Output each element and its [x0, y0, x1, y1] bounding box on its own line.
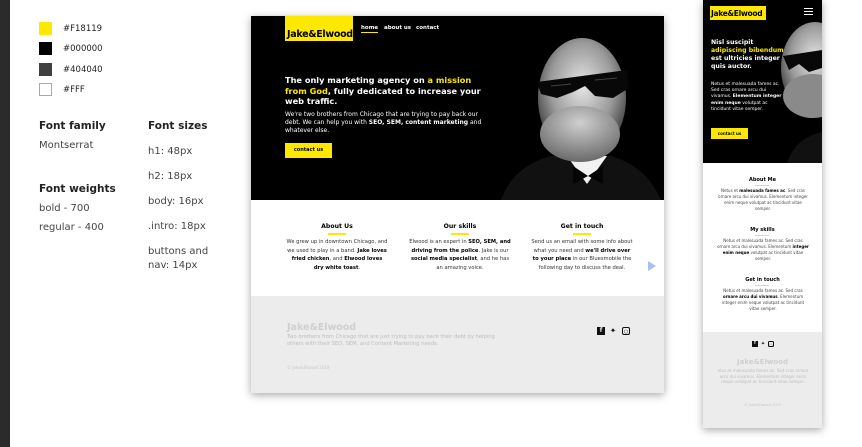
- menu-icon[interactable]: [804, 8, 813, 17]
- facebook-icon[interactable]: f: [752, 341, 758, 347]
- font-size-item: h1: 48px: [148, 146, 193, 157]
- our-skills-title: Our skills: [443, 223, 477, 230]
- color-swatch-gray: [39, 63, 52, 76]
- font-size-item: .intro: 18px: [148, 221, 206, 232]
- desktop-mockup: Jake&Elwood home about us contact The on…: [251, 16, 664, 393]
- hero-title: The only marketing agency on a mission f…: [285, 75, 481, 106]
- mobile-footer-logo: Jake&Elwood: [737, 358, 788, 366]
- font-weights-heading: Font weights: [39, 183, 116, 195]
- window-edge: [0, 0, 10, 447]
- font-family-value: Montserrat: [39, 140, 94, 151]
- mobile-logo[interactable]: Jake&Elwood: [710, 6, 766, 20]
- font-weight-item: bold - 700: [39, 203, 90, 214]
- footer: Jake&Elwood Two brothers from Chicago th…: [251, 296, 664, 393]
- about-us-title: About Us: [321, 223, 353, 230]
- twitter-icon[interactable]: ✦: [760, 341, 766, 347]
- twitter-icon[interactable]: ✦: [609, 327, 617, 335]
- font-size-item: body: 16px: [148, 196, 204, 207]
- footer-logo: Jake&Elwood: [287, 322, 357, 333]
- mobile-contact-us-button[interactable]: contact us: [711, 128, 748, 139]
- facebook-icon[interactable]: f: [597, 327, 605, 335]
- hero-intro: We're two brothers from Chicago that are…: [285, 111, 482, 134]
- font-weight-item: regular - 400: [39, 222, 104, 233]
- color-label: #FFF: [63, 85, 85, 95]
- color-label: #000000: [63, 44, 103, 54]
- footer-text: Two brothers from Chicago that are just …: [287, 334, 495, 347]
- footer-copyright: © Jake&Elwood 2019: [287, 365, 330, 370]
- font-size-item: buttons and: [148, 246, 209, 257]
- my-skills-text: Netus et malesuada fames ac. Sed cras or…: [717, 238, 809, 261]
- mobile-footer: f ✦ ○ Jake&Elwood etus et malesuada fame…: [703, 332, 822, 428]
- logo[interactable]: Jake&Elwood: [285, 16, 353, 41]
- get-in-touch-title: Get in touch: [560, 223, 604, 230]
- about-me-title: About Me: [749, 177, 776, 183]
- nav-contact[interactable]: contact: [416, 25, 439, 31]
- hero-section: Jake&Elwood home about us contact The on…: [251, 16, 664, 200]
- mobile-hero-intro: Netus et malesuada fames ac. Sed cras or…: [711, 82, 782, 112]
- font-family-heading: Font family: [39, 120, 106, 132]
- mobile-hero-title: Nisl suscipit adipiscing bibendum est ul…: [711, 39, 784, 70]
- title-underline: [755, 185, 769, 186]
- hero-photo: [251, 16, 664, 200]
- features-section: About Us We grew up in downtown Chicago,…: [251, 200, 664, 296]
- mobile-footer-text: etus et malesuada fames ac. Sed cras orn…: [717, 368, 809, 385]
- title-underline: [755, 285, 769, 286]
- instagram-icon[interactable]: ○: [768, 341, 774, 347]
- color-swatch-white: [39, 83, 52, 96]
- get-in-touch-text: Send us an email with some info about wh…: [531, 239, 633, 271]
- about-me-text: Netus et malesuada fames ac. Sed cras or…: [718, 188, 808, 211]
- title-underline: [573, 233, 591, 235]
- font-size-item: nav: 14px: [148, 260, 198, 271]
- contact-us-button[interactable]: contact us: [285, 143, 332, 158]
- mobile-hero: Jake&Elwood Nisl suscipit adipiscing bib…: [703, 0, 822, 163]
- color-swatch-yellow: [39, 22, 52, 35]
- about-us-text: We grew up in downtown Chicago, and we u…: [286, 239, 388, 271]
- color-label: #404040: [63, 65, 103, 75]
- font-size-item: h2: 18px: [148, 171, 193, 182]
- get-in-touch-title: Get in touch: [745, 277, 780, 283]
- color-swatch-black: [39, 42, 52, 55]
- title-underline: [451, 233, 469, 235]
- instagram-icon[interactable]: ○: [622, 327, 630, 335]
- title-underline: [755, 235, 769, 236]
- nav-home[interactable]: home: [361, 25, 379, 33]
- mobile-footer-copyright: © Jake&Elwood 2019: [743, 403, 782, 407]
- nav-about-us[interactable]: about us: [384, 25, 411, 31]
- my-skills-title: My skills: [750, 227, 775, 233]
- mobile-mockup: Jake&Elwood Nisl suscipit adipiscing bib…: [703, 0, 822, 428]
- color-label: #F18119: [63, 24, 103, 34]
- get-in-touch-text: Netus et malesuada fames ac. Sed cras or…: [721, 288, 805, 311]
- our-skills-text: Elwood is an expert in SEO, SEM, and dri…: [409, 239, 511, 271]
- next-arrow-icon[interactable]: [648, 261, 656, 271]
- title-underline: [328, 233, 346, 235]
- font-sizes-heading: Font sizes: [148, 120, 208, 132]
